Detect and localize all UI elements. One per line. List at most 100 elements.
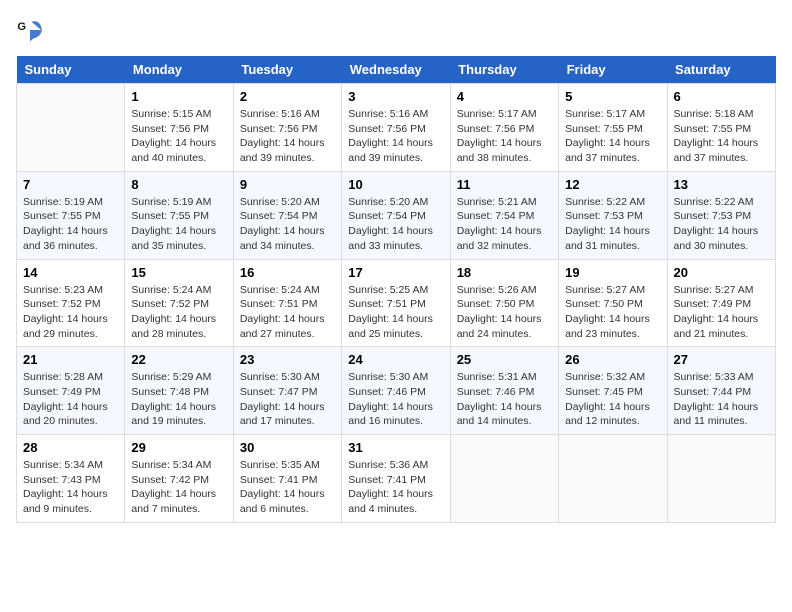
day-info: Sunrise: 5:23 AM Sunset: 7:52 PM Dayligh… <box>23 283 118 342</box>
calendar-cell <box>17 84 125 172</box>
day-info: Sunrise: 5:19 AM Sunset: 7:55 PM Dayligh… <box>131 195 226 254</box>
calendar-cell: 26 Sunrise: 5:32 AM Sunset: 7:45 PM Dayli… <box>559 347 667 435</box>
calendar-week-row: 28 Sunrise: 5:34 AM Sunset: 7:43 PM Dayli… <box>17 435 776 523</box>
day-info: Sunrise: 5:16 AM Sunset: 7:56 PM Dayligh… <box>240 107 335 166</box>
calendar-cell: 4Sunrise: 5:17 AM Sunset: 7:56 PM Daylig… <box>450 84 558 172</box>
day-info: Sunrise: 5:31 AM Sunset: 7:46 PM Dayligh… <box>457 370 552 429</box>
calendar-cell: 11 Sunrise: 5:21 AM Sunset: 7:54 PM Dayli… <box>450 171 558 259</box>
calendar-header-row: SundayMondayTuesdayWednesdayThursdayFrid… <box>17 56 776 84</box>
col-header-tuesday: Tuesday <box>233 56 341 84</box>
day-number: 2 <box>240 89 335 104</box>
day-number: 10 <box>348 177 443 192</box>
calendar-cell <box>450 435 558 523</box>
calendar-week-row: 7 Sunrise: 5:19 AM Sunset: 7:55 PM Daylig… <box>17 171 776 259</box>
calendar-cell: 19 Sunrise: 5:27 AM Sunset: 7:50 PM Dayli… <box>559 259 667 347</box>
day-number: 9 <box>240 177 335 192</box>
day-info: Sunrise: 5:29 AM Sunset: 7:48 PM Dayligh… <box>131 370 226 429</box>
day-info: Sunrise: 5:18 AM Sunset: 7:55 PM Dayligh… <box>674 107 769 166</box>
calendar-cell <box>667 435 775 523</box>
calendar-cell: 16 Sunrise: 5:24 AM Sunset: 7:51 PM Dayli… <box>233 259 341 347</box>
calendar-cell: 20 Sunrise: 5:27 AM Sunset: 7:49 PM Dayli… <box>667 259 775 347</box>
day-number: 20 <box>674 265 769 280</box>
day-info: Sunrise: 5:30 AM Sunset: 7:46 PM Dayligh… <box>348 370 443 429</box>
day-number: 27 <box>674 352 769 367</box>
day-number: 5 <box>565 89 660 104</box>
day-number: 30 <box>240 440 335 455</box>
day-info: Sunrise: 5:27 AM Sunset: 7:49 PM Dayligh… <box>674 283 769 342</box>
calendar-cell: 23 Sunrise: 5:30 AM Sunset: 7:47 PM Dayli… <box>233 347 341 435</box>
day-info: Sunrise: 5:20 AM Sunset: 7:54 PM Dayligh… <box>348 195 443 254</box>
day-number: 22 <box>131 352 226 367</box>
day-info: Sunrise: 5:30 AM Sunset: 7:47 PM Dayligh… <box>240 370 335 429</box>
page-header: G <box>16 16 776 44</box>
day-info: Sunrise: 5:34 AM Sunset: 7:42 PM Dayligh… <box>131 458 226 517</box>
col-header-monday: Monday <box>125 56 233 84</box>
calendar-cell: 21Sunrise: 5:28 AM Sunset: 7:49 PM Dayli… <box>17 347 125 435</box>
calendar-cell: 10 Sunrise: 5:20 AM Sunset: 7:54 PM Dayli… <box>342 171 450 259</box>
calendar-week-row: 1Sunrise: 5:15 AM Sunset: 7:56 PM Daylig… <box>17 84 776 172</box>
calendar-cell <box>559 435 667 523</box>
calendar-cell: 25 Sunrise: 5:31 AM Sunset: 7:46 PM Dayli… <box>450 347 558 435</box>
logo-icon: G <box>16 16 44 44</box>
logo: G <box>16 16 48 44</box>
svg-text:G: G <box>17 21 26 33</box>
day-info: Sunrise: 5:15 AM Sunset: 7:56 PM Dayligh… <box>131 107 226 166</box>
day-info: Sunrise: 5:16 AM Sunset: 7:56 PM Dayligh… <box>348 107 443 166</box>
day-number: 3 <box>348 89 443 104</box>
day-number: 17 <box>348 265 443 280</box>
calendar-cell: 8 Sunrise: 5:19 AM Sunset: 7:55 PM Daylig… <box>125 171 233 259</box>
calendar-cell: 22 Sunrise: 5:29 AM Sunset: 7:48 PM Dayli… <box>125 347 233 435</box>
calendar-cell: 1Sunrise: 5:15 AM Sunset: 7:56 PM Daylig… <box>125 84 233 172</box>
calendar-cell: 3 Sunrise: 5:16 AM Sunset: 7:56 PM Daylig… <box>342 84 450 172</box>
day-number: 7 <box>23 177 118 192</box>
calendar-cell: 17 Sunrise: 5:25 AM Sunset: 7:51 PM Dayli… <box>342 259 450 347</box>
day-number: 29 <box>131 440 226 455</box>
day-number: 25 <box>457 352 552 367</box>
day-info: Sunrise: 5:22 AM Sunset: 7:53 PM Dayligh… <box>674 195 769 254</box>
day-number: 12 <box>565 177 660 192</box>
day-info: Sunrise: 5:24 AM Sunset: 7:52 PM Dayligh… <box>131 283 226 342</box>
day-number: 23 <box>240 352 335 367</box>
col-header-sunday: Sunday <box>17 56 125 84</box>
day-number: 24 <box>348 352 443 367</box>
day-number: 11 <box>457 177 552 192</box>
day-number: 15 <box>131 265 226 280</box>
day-number: 16 <box>240 265 335 280</box>
calendar-cell: 30 Sunrise: 5:35 AM Sunset: 7:41 PM Dayli… <box>233 435 341 523</box>
col-header-saturday: Saturday <box>667 56 775 84</box>
day-number: 31 <box>348 440 443 455</box>
day-number: 21 <box>23 352 118 367</box>
day-info: Sunrise: 5:24 AM Sunset: 7:51 PM Dayligh… <box>240 283 335 342</box>
calendar-week-row: 14Sunrise: 5:23 AM Sunset: 7:52 PM Dayli… <box>17 259 776 347</box>
day-info: Sunrise: 5:17 AM Sunset: 7:55 PM Dayligh… <box>565 107 660 166</box>
day-number: 8 <box>131 177 226 192</box>
day-number: 13 <box>674 177 769 192</box>
calendar-cell: 14Sunrise: 5:23 AM Sunset: 7:52 PM Dayli… <box>17 259 125 347</box>
calendar-cell: 2 Sunrise: 5:16 AM Sunset: 7:56 PM Daylig… <box>233 84 341 172</box>
day-info: Sunrise: 5:19 AM Sunset: 7:55 PM Dayligh… <box>23 195 118 254</box>
day-info: Sunrise: 5:21 AM Sunset: 7:54 PM Dayligh… <box>457 195 552 254</box>
day-number: 26 <box>565 352 660 367</box>
calendar-cell: 27 Sunrise: 5:33 AM Sunset: 7:44 PM Dayli… <box>667 347 775 435</box>
calendar-cell: 7 Sunrise: 5:19 AM Sunset: 7:55 PM Daylig… <box>17 171 125 259</box>
day-info: Sunrise: 5:27 AM Sunset: 7:50 PM Dayligh… <box>565 283 660 342</box>
calendar-cell: 29 Sunrise: 5:34 AM Sunset: 7:42 PM Dayli… <box>125 435 233 523</box>
day-info: Sunrise: 5:34 AM Sunset: 7:43 PM Dayligh… <box>23 458 118 517</box>
day-info: Sunrise: 5:22 AM Sunset: 7:53 PM Dayligh… <box>565 195 660 254</box>
day-info: Sunrise: 5:33 AM Sunset: 7:44 PM Dayligh… <box>674 370 769 429</box>
day-number: 28 <box>23 440 118 455</box>
day-info: Sunrise: 5:25 AM Sunset: 7:51 PM Dayligh… <box>348 283 443 342</box>
calendar-cell: 28 Sunrise: 5:34 AM Sunset: 7:43 PM Dayli… <box>17 435 125 523</box>
calendar-cell: 6Sunrise: 5:18 AM Sunset: 7:55 PM Daylig… <box>667 84 775 172</box>
day-info: Sunrise: 5:35 AM Sunset: 7:41 PM Dayligh… <box>240 458 335 517</box>
calendar-cell: 31Sunrise: 5:36 AM Sunset: 7:41 PM Dayli… <box>342 435 450 523</box>
day-number: 18 <box>457 265 552 280</box>
calendar-cell: 13 Sunrise: 5:22 AM Sunset: 7:53 PM Dayli… <box>667 171 775 259</box>
calendar-week-row: 21Sunrise: 5:28 AM Sunset: 7:49 PM Dayli… <box>17 347 776 435</box>
day-number: 19 <box>565 265 660 280</box>
day-info: Sunrise: 5:32 AM Sunset: 7:45 PM Dayligh… <box>565 370 660 429</box>
day-info: Sunrise: 5:26 AM Sunset: 7:50 PM Dayligh… <box>457 283 552 342</box>
day-info: Sunrise: 5:17 AM Sunset: 7:56 PM Dayligh… <box>457 107 552 166</box>
calendar-cell: 9Sunrise: 5:20 AM Sunset: 7:54 PM Daylig… <box>233 171 341 259</box>
calendar-cell: 18 Sunrise: 5:26 AM Sunset: 7:50 PM Dayli… <box>450 259 558 347</box>
